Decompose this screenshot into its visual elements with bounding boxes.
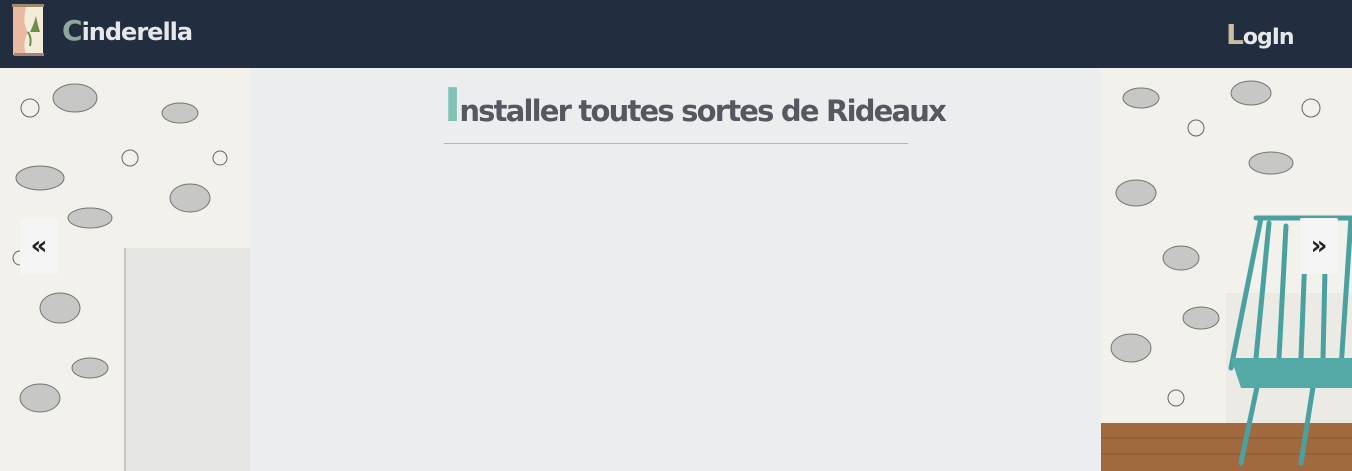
brand-initial: C: [62, 14, 83, 47]
title-initial: I: [444, 78, 461, 132]
login-link[interactable]: LogIn: [1226, 18, 1295, 51]
carousel-next-button[interactable]: »: [1300, 218, 1338, 274]
login-initial: L: [1226, 18, 1244, 51]
title-rest: nstaller toutes sortes de Rideaux: [459, 94, 947, 128]
brand-rest: inderella: [81, 18, 194, 46]
login-rest: ogIn: [1242, 25, 1295, 50]
page-title: Installer toutes sortes de Rideaux: [444, 82, 947, 144]
carousel-prev-button[interactable]: «: [20, 218, 58, 274]
carousel: Installer toutes sortes de Rideaux « »: [0, 68, 1352, 471]
curtain-logo-icon[interactable]: [10, 2, 46, 58]
brand-name[interactable]: Cinderella: [62, 14, 194, 47]
navbar: Cinderella LogIn: [0, 0, 1352, 68]
